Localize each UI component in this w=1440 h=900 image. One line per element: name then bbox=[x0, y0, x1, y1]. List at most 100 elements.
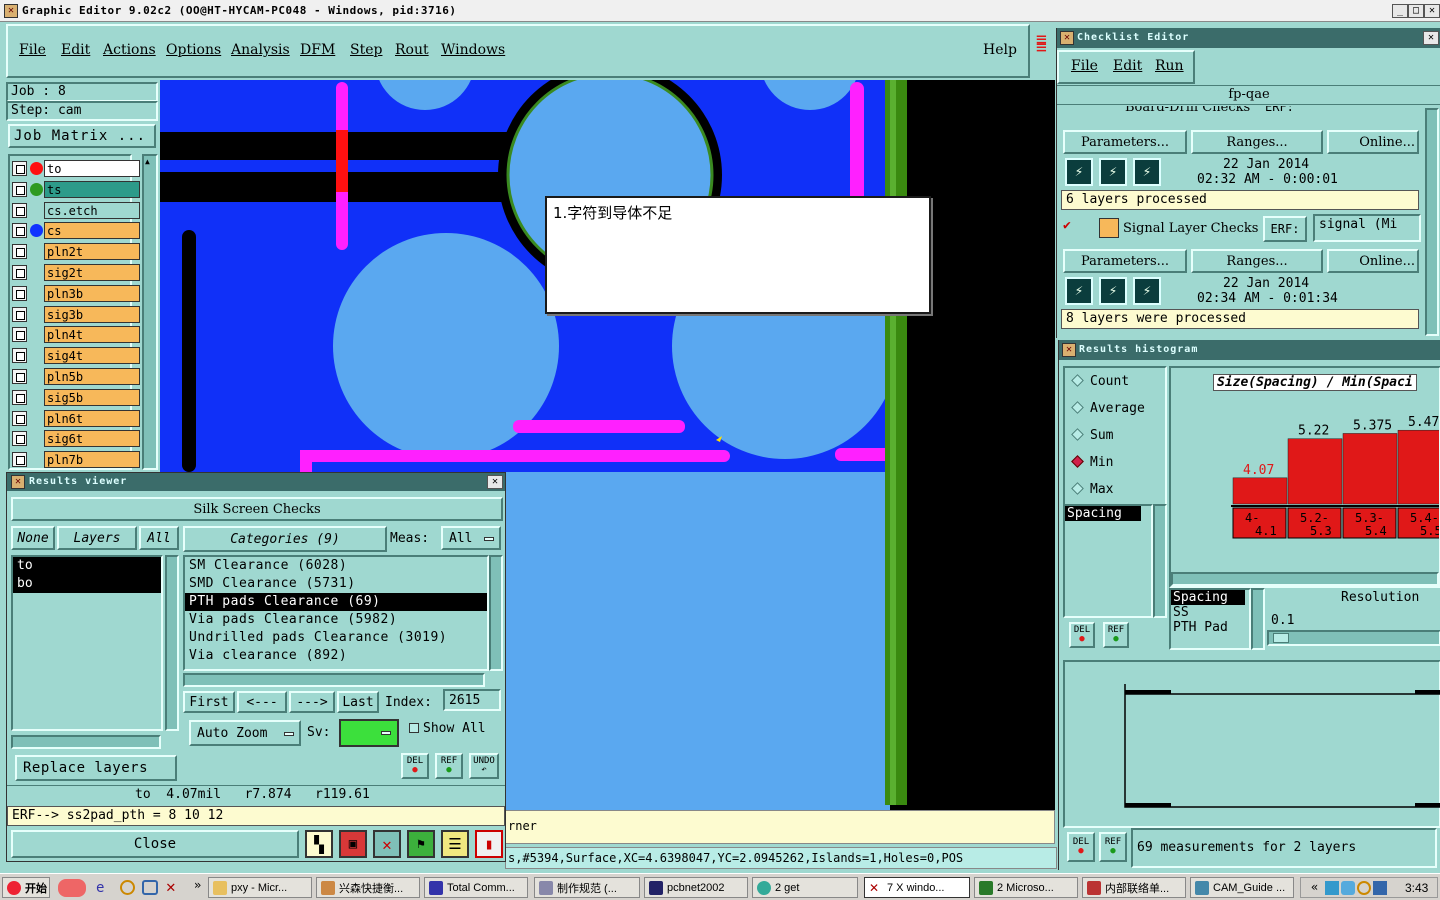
layer-name[interactable]: pln2t bbox=[44, 243, 140, 261]
task-pcbnet[interactable]: pcbnet2002 bbox=[644, 877, 748, 898]
categories-list[interactable]: SM Clearance (6028) SMD Clearance (5731)… bbox=[183, 555, 489, 671]
histogram-bar[interactable] bbox=[1287, 438, 1343, 505]
cancel-grid-icon[interactable]: ✕ bbox=[373, 830, 401, 858]
scroll-up-icon[interactable]: ▲ bbox=[145, 157, 155, 167]
task-xingsen[interactable]: 兴森快捷衡... bbox=[316, 877, 420, 898]
preview-ref-button[interactable]: REF ● bbox=[1099, 832, 1127, 862]
layer-list-scrollbar[interactable]: ▲ bbox=[142, 154, 158, 470]
next-button[interactable]: ---> bbox=[289, 691, 335, 713]
layer-name[interactable]: pln4t bbox=[44, 326, 140, 344]
list-item[interactable]: PTH Pad bbox=[1171, 620, 1249, 635]
start-button[interactable]: 开始 bbox=[2, 877, 50, 898]
tray-clock-icon[interactable] bbox=[1357, 881, 1371, 895]
checklist-menu-run[interactable]: Run bbox=[1155, 58, 1184, 74]
layer-name[interactable]: pln7b bbox=[44, 451, 140, 469]
tray-app-icon[interactable] bbox=[1341, 881, 1355, 895]
layer-name[interactable]: sig4t bbox=[44, 347, 140, 365]
layer-name[interactable]: cs.etch bbox=[44, 201, 140, 219]
option-min[interactable]: Min bbox=[1071, 455, 1113, 470]
layer-name[interactable]: sig3b bbox=[44, 305, 140, 323]
auto-zoom-dropdown[interactable]: Auto Zoom bbox=[189, 720, 301, 746]
menu-analysis[interactable]: Analysis bbox=[231, 42, 290, 58]
run-selected-icon[interactable]: ⚡ bbox=[1099, 158, 1127, 186]
menu-windows[interactable]: Windows bbox=[441, 42, 505, 58]
slider-handle[interactable] bbox=[1273, 633, 1289, 643]
stop-icon[interactable]: ⚡ bbox=[1133, 277, 1161, 305]
task-cam-guide[interactable]: CAM_Guide ... bbox=[1190, 877, 1294, 898]
option-max[interactable]: Max bbox=[1071, 482, 1113, 497]
option-average[interactable]: Average bbox=[1071, 401, 1145, 416]
tray-chevron-icon[interactable]: « bbox=[1311, 880, 1318, 894]
list-item[interactable]: SMD Clearance (5731) bbox=[185, 575, 487, 593]
layer-checkbox[interactable] bbox=[12, 431, 27, 447]
last-button[interactable]: Last bbox=[337, 691, 379, 713]
layer-name[interactable]: pln5b bbox=[44, 368, 140, 385]
categories-hscrollbar[interactable] bbox=[183, 673, 485, 687]
first-button[interactable]: First bbox=[183, 691, 235, 713]
layer-row[interactable]: pln2t bbox=[12, 243, 140, 261]
chart-hscrollbar[interactable] bbox=[1171, 572, 1439, 586]
preview-del-button[interactable]: DEL ● bbox=[1067, 832, 1095, 862]
undo-button[interactable]: UNDO ↶ bbox=[469, 753, 499, 779]
erf-value-field[interactable]: signal (Mi bbox=[1313, 214, 1421, 242]
checklist-scrollbar[interactable] bbox=[1425, 108, 1439, 336]
layer-row[interactable]: pln3b bbox=[12, 284, 140, 302]
task-microsoft[interactable]: 2 Microso... bbox=[974, 877, 1078, 898]
histogram-bar[interactable] bbox=[1342, 433, 1398, 505]
close-button[interactable]: Close bbox=[11, 830, 299, 858]
menu-file[interactable]: File bbox=[19, 42, 46, 58]
layer-checkbox[interactable] bbox=[12, 202, 27, 218]
layer-row[interactable]: to bbox=[12, 160, 140, 177]
menu-dfm[interactable]: DFM bbox=[300, 42, 335, 58]
check-mark-icon[interactable]: ✔ bbox=[1063, 218, 1077, 233]
erf-button[interactable]: ERF: bbox=[1263, 216, 1307, 242]
comment-popup[interactable]: 1.字符到导体不足 bbox=[545, 196, 931, 314]
results-viewer-close-icon[interactable]: ✕ bbox=[487, 475, 503, 489]
layer-row[interactable]: cs bbox=[12, 222, 140, 240]
layers-hscrollbar[interactable] bbox=[11, 735, 161, 749]
layer-name[interactable]: pln6t bbox=[44, 409, 140, 427]
layer-name[interactable]: sig2t bbox=[44, 264, 140, 281]
index-input[interactable]: 2615 bbox=[443, 689, 501, 711]
quicklaunch-icon[interactable] bbox=[58, 879, 86, 897]
layer-name[interactable]: cs bbox=[44, 222, 140, 240]
layer-row[interactable]: pln7b bbox=[12, 451, 140, 469]
parameters-button-1[interactable]: Parameters... bbox=[1063, 130, 1187, 154]
notes-icon[interactable]: ☰ bbox=[441, 830, 469, 858]
resolution-slider[interactable] bbox=[1267, 630, 1440, 646]
layer-name[interactable]: pln3b bbox=[44, 284, 140, 302]
layer-checkbox[interactable] bbox=[12, 244, 27, 260]
ranges-button-2[interactable]: Ranges... bbox=[1191, 249, 1323, 273]
list-item[interactable]: Spacing bbox=[1065, 506, 1141, 521]
minimize-button[interactable]: _ bbox=[1392, 4, 1408, 18]
list-item[interactable]: SS bbox=[1171, 605, 1249, 620]
prev-button[interactable]: <--- bbox=[237, 691, 287, 713]
layer-row[interactable]: sig3b bbox=[12, 305, 140, 323]
tray-update-icon[interactable] bbox=[1373, 881, 1387, 895]
layer-row[interactable]: sig2t bbox=[12, 264, 140, 281]
measure-scrollbar[interactable] bbox=[1251, 588, 1265, 650]
layers-list[interactable]: to bo bbox=[11, 555, 163, 731]
layer-row[interactable]: pln6t bbox=[12, 409, 140, 427]
layer-name[interactable]: sig5b bbox=[44, 388, 140, 406]
layer-checkbox[interactable] bbox=[12, 161, 27, 176]
checklist-menu-file[interactable]: File bbox=[1071, 58, 1098, 74]
replace-layers-dropdown[interactable]: Replace layers bbox=[15, 755, 177, 781]
layer-checkbox[interactable] bbox=[12, 410, 27, 426]
task-total-commander[interactable]: Total Comm... bbox=[424, 877, 528, 898]
flag-icon[interactable]: ⚑ bbox=[407, 830, 435, 858]
checklist-close-icon[interactable]: ✕ bbox=[1423, 31, 1439, 45]
list-item-selected[interactable]: PTH pads Clearance (69) bbox=[185, 593, 487, 611]
categories-scrollbar[interactable] bbox=[489, 555, 503, 671]
spacing-list[interactable]: Spacing bbox=[1063, 504, 1153, 618]
job-matrix-button[interactable]: Job Matrix ... bbox=[8, 124, 156, 148]
layer-checkbox[interactable] bbox=[12, 285, 27, 301]
run-selected-icon[interactable]: ⚡ bbox=[1099, 277, 1127, 305]
menu-actions[interactable]: Actions bbox=[103, 42, 156, 58]
layer-checkbox[interactable] bbox=[12, 348, 27, 364]
layers-scrollbar[interactable] bbox=[165, 555, 179, 731]
quicklaunch-chevron-icon[interactable]: » bbox=[194, 878, 201, 892]
network-icon[interactable] bbox=[1325, 881, 1339, 895]
histogram-bar[interactable] bbox=[1232, 477, 1288, 505]
menu-options[interactable]: Options bbox=[166, 42, 221, 58]
